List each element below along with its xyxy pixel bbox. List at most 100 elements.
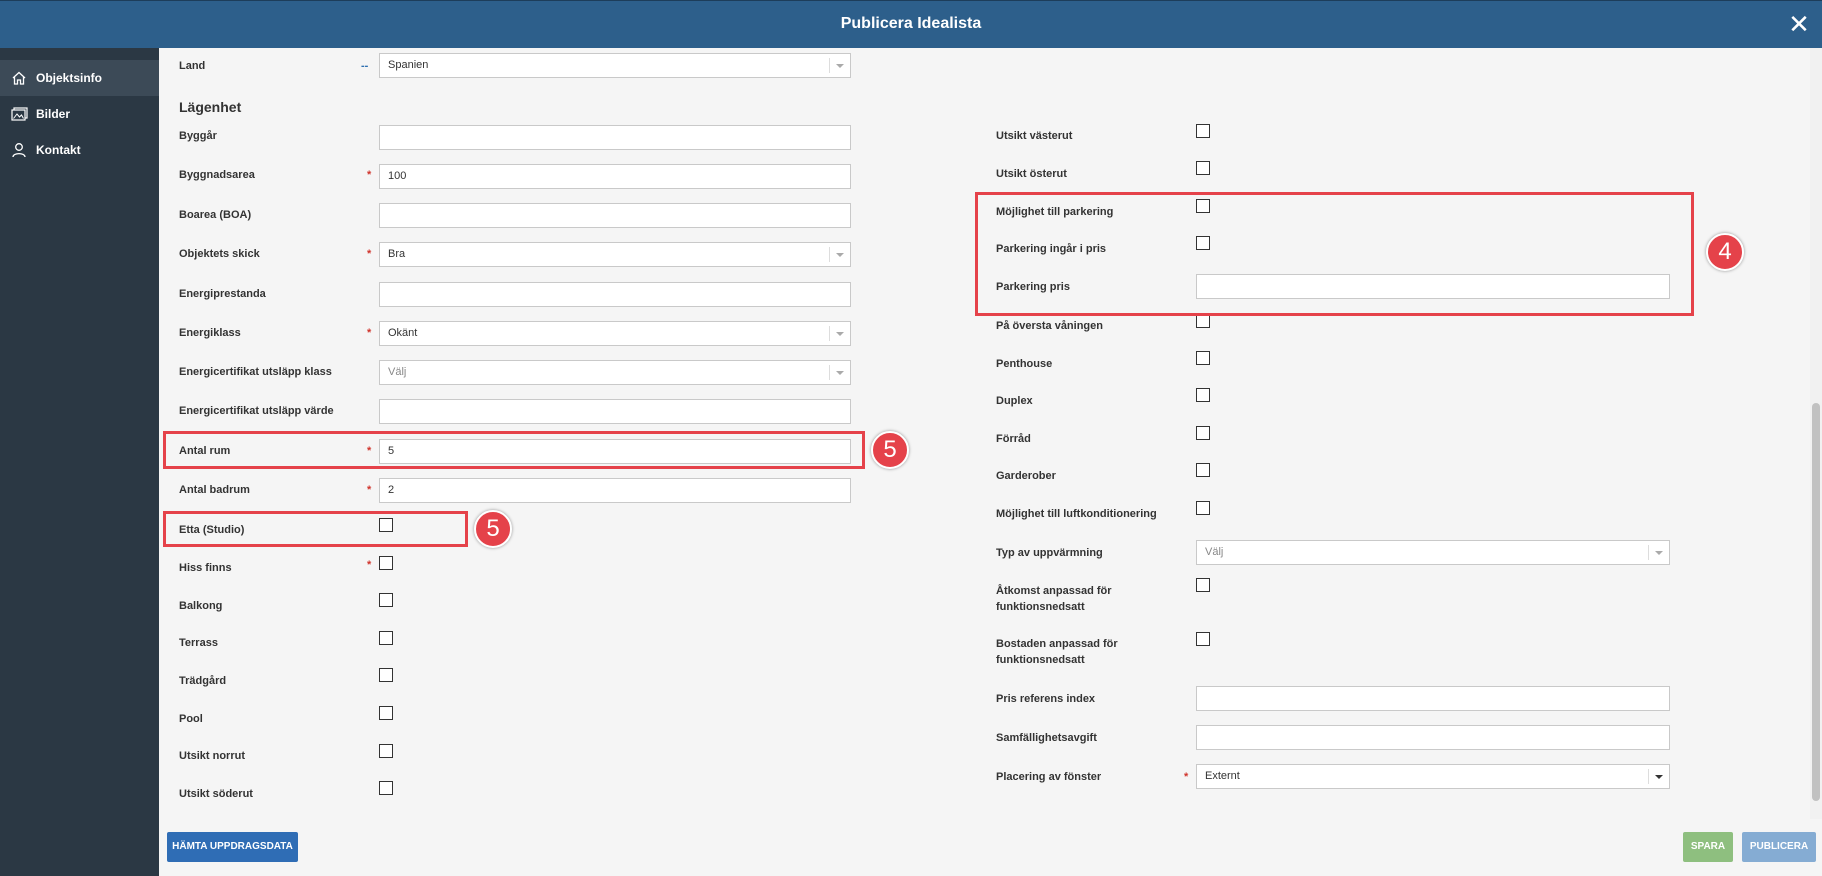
- energiklass-value: Okänt: [388, 327, 418, 339]
- footer-bar: HÄMTA UPPDRAGSDATA SPARA PUBLICERA: [159, 819, 1822, 876]
- chevron-down-icon: [829, 247, 850, 262]
- energiklass-select[interactable]: Okänt: [379, 321, 851, 346]
- field-label: Energiklass: [179, 327, 241, 339]
- highlight-box-etta: [163, 511, 468, 547]
- required-marker: *: [367, 248, 372, 260]
- utsikt-norrut-checkbox[interactable]: [379, 744, 393, 758]
- utsikt-osterut-checkbox[interactable]: [1196, 161, 1210, 175]
- required-marker: *: [367, 169, 372, 181]
- home-icon: [9, 68, 29, 88]
- utslapp-klass-select[interactable]: Välj: [379, 360, 851, 385]
- field-label: Typ av uppvärmning: [996, 547, 1103, 559]
- scrollbar[interactable]: [1810, 48, 1822, 819]
- form-content: Land -- Spanien Lägenhet Byggår Byggnads…: [159, 48, 1810, 819]
- field-label: Byggår: [179, 130, 217, 142]
- skick-value: Bra: [388, 248, 406, 260]
- uppvarmning-value: Välj: [1205, 546, 1224, 558]
- field-label: Samfällighetsavgift: [996, 732, 1097, 744]
- sidebar-item-label: Objektsinfo: [36, 71, 103, 85]
- terrass-checkbox[interactable]: [379, 631, 393, 645]
- field-label: Utsikt västerut: [996, 130, 1073, 142]
- hiss-checkbox[interactable]: [379, 556, 393, 570]
- energiprestanda-input[interactable]: [379, 282, 851, 307]
- annotation-badge: 5: [871, 431, 909, 469]
- sidebar: Objektsinfo Bilder Kontakt: [0, 48, 170, 876]
- required-marker: *: [367, 327, 372, 339]
- field-label: Möjlighet till luftkonditionering: [996, 508, 1157, 520]
- placering-value: Externt: [1205, 770, 1240, 782]
- byggar-input[interactable]: [379, 125, 851, 150]
- utsikt-vasterut-checkbox[interactable]: [1196, 124, 1210, 138]
- sidebar-item-kontakt[interactable]: Kontakt: [0, 132, 159, 168]
- sidebar-item-bilder[interactable]: Bilder: [0, 96, 159, 132]
- bostaden-checkbox[interactable]: [1196, 632, 1210, 646]
- section-title: Lägenhet: [179, 99, 242, 115]
- field-label: Balkong: [179, 600, 223, 612]
- field-label: Utsikt norrut: [179, 750, 245, 762]
- land-value: Spanien: [388, 59, 429, 71]
- oversta-vaningen-checkbox[interactable]: [1196, 314, 1210, 328]
- forrad-checkbox[interactable]: [1196, 426, 1210, 440]
- atkomst-checkbox[interactable]: [1196, 578, 1210, 592]
- chevron-down-icon: [1648, 545, 1669, 560]
- field-label: Energiprestanda: [179, 288, 266, 300]
- annotation-badge: 4: [1706, 233, 1744, 271]
- modal-title: Publicera Idealista: [840, 15, 982, 32]
- field-label: Åtkomst anpassad för funktionsnedsatt: [996, 585, 1112, 613]
- field-label: Terrass: [179, 637, 218, 649]
- field-label: Byggnadsarea: [179, 169, 255, 181]
- penthouse-checkbox[interactable]: [1196, 351, 1210, 365]
- fetch-data-button[interactable]: HÄMTA UPPDRAGSDATA: [167, 832, 298, 862]
- field-label: Pool: [179, 713, 203, 725]
- tradgard-checkbox[interactable]: [379, 668, 393, 682]
- sidebar-item-label: Kontakt: [36, 143, 81, 157]
- pool-checkbox[interactable]: [379, 706, 393, 720]
- field-label: Land: [179, 60, 206, 72]
- balkong-checkbox[interactable]: [379, 593, 393, 607]
- uppvarmning-select[interactable]: Välj: [1196, 540, 1670, 565]
- user-icon: [9, 140, 29, 160]
- luftkonditionering-checkbox[interactable]: [1196, 501, 1210, 515]
- placering-select[interactable]: Externt: [1196, 764, 1670, 789]
- sidebar-item-objektsinfo[interactable]: Objektsinfo: [0, 60, 170, 96]
- samfallighet-input[interactable]: [1196, 725, 1670, 750]
- field-label: Förråd: [996, 433, 1031, 445]
- required-marker: *: [1184, 771, 1189, 783]
- field-label: Trädgård: [179, 675, 227, 687]
- boarea-input[interactable]: [379, 203, 851, 228]
- annotation-badge: 5: [474, 510, 512, 548]
- field-label: Duplex: [996, 395, 1033, 407]
- utsikt-soderut-checkbox[interactable]: [379, 781, 393, 795]
- pris-referens-input[interactable]: [1196, 686, 1670, 711]
- highlight-box-antal-rum: [163, 431, 865, 469]
- field-label: Pris referens index: [996, 693, 1096, 705]
- save-button[interactable]: SPARA: [1683, 832, 1733, 862]
- field-label: Utsikt söderut: [179, 788, 253, 800]
- sidebar-item-label: Bilder: [36, 107, 71, 121]
- field-label: Penthouse: [996, 358, 1053, 370]
- field-label: På översta våningen: [996, 320, 1103, 332]
- close-icon[interactable]: ✕: [1784, 9, 1814, 39]
- byggnadsarea-input[interactable]: 100: [379, 164, 851, 189]
- utslapp-klass-value: Välj: [388, 366, 407, 378]
- field-label: Utsikt österut: [996, 168, 1067, 180]
- chevron-down-icon: [829, 365, 850, 380]
- land-select[interactable]: Spanien: [379, 53, 851, 78]
- utslapp-varde-input[interactable]: [379, 399, 851, 424]
- scrollbar-thumb[interactable]: [1812, 403, 1820, 801]
- highlight-box-parkering: [975, 192, 1694, 316]
- images-icon: [9, 104, 29, 124]
- field-label: Objektets skick: [179, 248, 260, 260]
- antal-badrum-input[interactable]: 2: [379, 478, 851, 503]
- field-label: Garderober: [996, 470, 1056, 482]
- field-label: Hiss finns: [179, 562, 232, 574]
- publish-button[interactable]: PUBLICERA: [1742, 832, 1816, 862]
- duplex-checkbox[interactable]: [1196, 388, 1210, 402]
- garderober-checkbox[interactable]: [1196, 463, 1210, 477]
- skick-select[interactable]: Bra: [379, 242, 851, 267]
- required-marker: *: [367, 559, 372, 571]
- field-label: Energicertifikat utsläpp värde: [179, 405, 334, 417]
- field-label: Bostaden anpassad för funktionsnedsatt: [996, 638, 1118, 666]
- required-marker: *: [367, 484, 372, 496]
- field-label: Antal badrum: [179, 484, 250, 496]
